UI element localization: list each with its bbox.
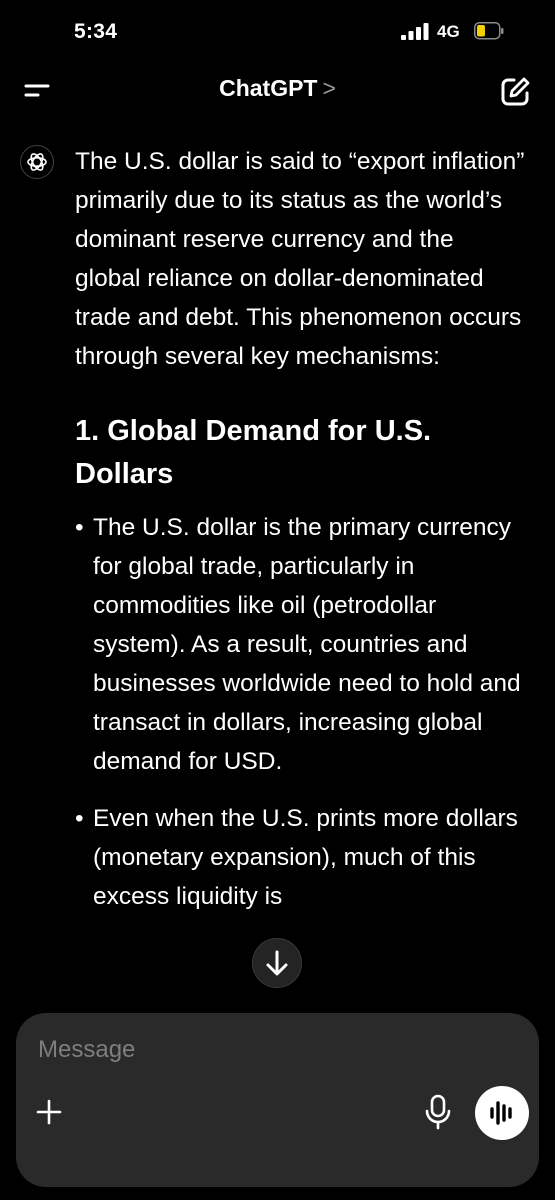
new-chat-pencil-icon	[501, 77, 530, 106]
plus-icon	[36, 1099, 62, 1125]
openai-logo-icon	[27, 153, 47, 171]
status-bar: 5:34 4G	[0, 0, 555, 60]
app-title: ChatGPT	[219, 75, 318, 101]
voice-waveform-icon	[490, 1101, 512, 1125]
list-item: • The U.S. dollar is the primary currenc…	[75, 508, 525, 781]
bullet-marker: •	[75, 805, 84, 832]
model-selector[interactable]: ChatGPT >	[0, 75, 555, 102]
microphone-icon	[425, 1094, 451, 1130]
dictation-button[interactable]	[422, 1093, 454, 1131]
bullet-marker: •	[75, 514, 84, 541]
arrow-down-icon	[266, 950, 288, 976]
message-input[interactable]	[36, 1031, 510, 1069]
assistant-message: The U.S. dollar is said to “export infla…	[75, 142, 525, 934]
top-navigation-bar: ChatGPT >	[0, 60, 555, 122]
message-composer	[16, 1013, 539, 1187]
status-time: 5:34	[74, 20, 118, 43]
list-item-text: The U.S. dollar is the primary currency …	[93, 514, 521, 775]
cellular-signal-icon	[401, 23, 429, 40]
chevron-right-icon: >	[322, 75, 336, 101]
new-chat-button[interactable]	[497, 74, 533, 110]
network-type: 4G	[437, 22, 460, 41]
voice-mode-button[interactable]	[475, 1086, 529, 1140]
scroll-to-bottom-button[interactable]	[252, 938, 302, 988]
list-item: • Even when the U.S. prints more dollars…	[75, 799, 525, 916]
assistant-avatar	[20, 145, 54, 179]
list-item-text: Even when the U.S. prints more dollars (…	[93, 805, 518, 910]
section-heading: 1. Global Demand for U.S. Dollars	[75, 415, 432, 490]
battery-icon	[474, 22, 504, 40]
message-intro-paragraph: The U.S. dollar is said to “export infla…	[75, 148, 525, 370]
attach-button[interactable]	[34, 1097, 64, 1127]
